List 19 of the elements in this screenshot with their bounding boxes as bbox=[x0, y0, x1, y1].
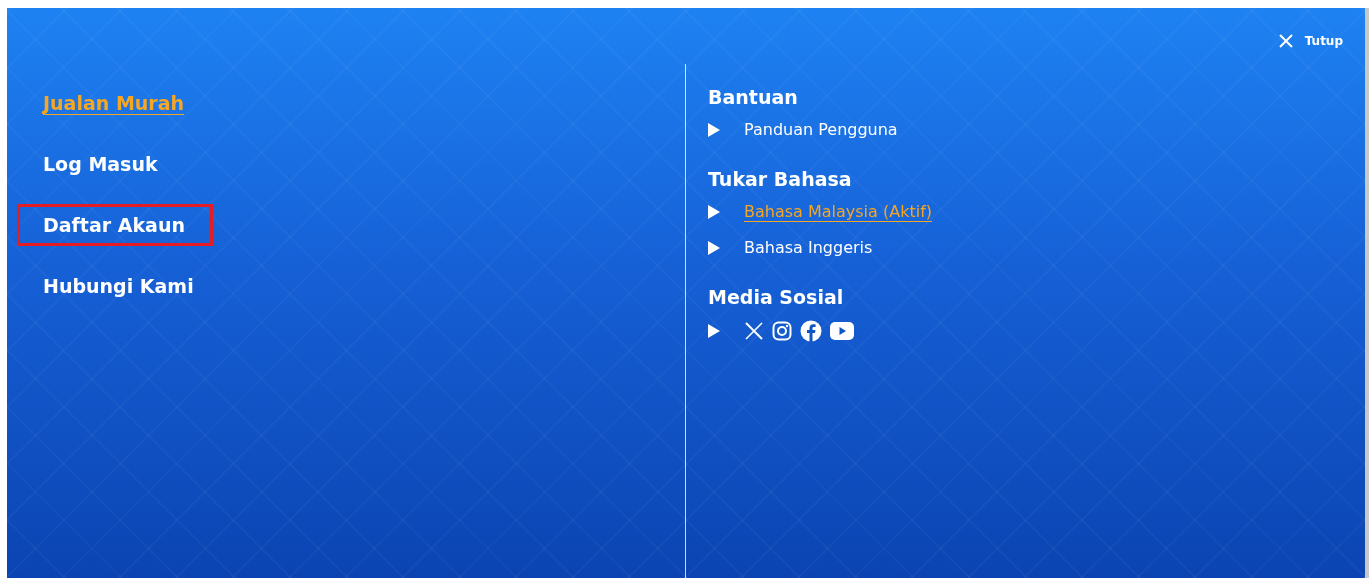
triangle-icon bbox=[708, 324, 720, 338]
menu-link[interactable]: Bahasa Inggeris bbox=[744, 238, 873, 257]
menu-link[interactable]: Daftar Akaun bbox=[17, 204, 213, 246]
camera-icon[interactable] bbox=[772, 321, 792, 341]
x-icon[interactable] bbox=[744, 321, 764, 341]
menu-link[interactable]: Panduan Pengguna bbox=[744, 120, 898, 139]
close-icon bbox=[1278, 34, 1293, 48]
section-title: Bantuan bbox=[708, 85, 799, 108]
triangle-icon bbox=[708, 240, 720, 255]
menu-link[interactable]: Bahasa Malaysia (Aktif) bbox=[744, 202, 932, 221]
f-circle-icon[interactable] bbox=[800, 320, 822, 342]
menu-link[interactable]: Hubungi Kami bbox=[40, 265, 197, 307]
close-button[interactable]: Tutup bbox=[1278, 34, 1343, 48]
play-icon[interactable] bbox=[830, 322, 854, 340]
menu-link[interactable]: Log Masuk bbox=[40, 143, 161, 185]
section-title: Media Sosial bbox=[708, 285, 845, 308]
section-title: Tukar Bahasa bbox=[708, 167, 853, 190]
triangle-icon bbox=[708, 204, 720, 219]
triangle-icon bbox=[708, 122, 720, 137]
